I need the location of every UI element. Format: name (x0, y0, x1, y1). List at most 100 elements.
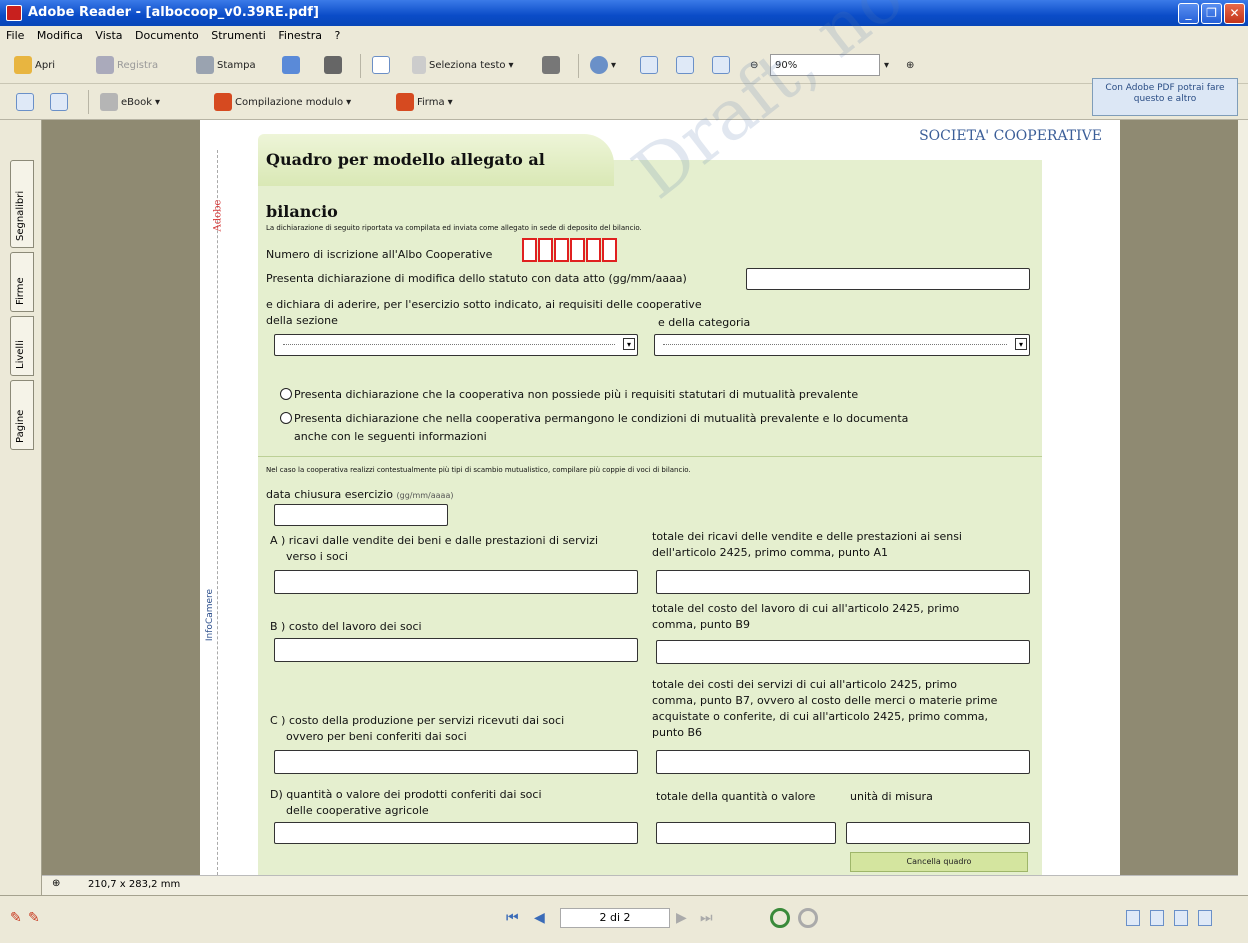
rotate-button[interactable] (16, 91, 34, 113)
snapshot-button[interactable] (542, 54, 560, 76)
side-strip: Adobe InfoCamere (200, 150, 223, 890)
horizontal-scrollbar[interactable]: ⊕ 210,7 x 283,2 mm (42, 875, 1238, 895)
category-select[interactable]: ▾ (654, 334, 1030, 356)
zoom-in-button[interactable]: ⊕ (906, 54, 914, 76)
hand-tool-button[interactable] (372, 54, 390, 76)
search-button[interactable] (324, 54, 342, 76)
first-page-icon[interactable]: ⏮ (506, 910, 519, 926)
facing-icon[interactable] (1174, 910, 1188, 926)
previous-page-icon[interactable]: ◀ (534, 910, 545, 926)
chevron-down-icon: ▾ (1015, 338, 1027, 350)
tab-pagine[interactable]: Pagine (10, 380, 34, 450)
declare-label: e dichiara di aderire, per l'esercizio s… (266, 298, 702, 311)
minus-circle-icon: ⊖ (750, 59, 759, 71)
radio-mutual[interactable] (280, 412, 292, 424)
rotate-icon (16, 93, 34, 111)
form-title: Quadro per modello allegato al bilancio (258, 134, 614, 221)
zoom-dropdown[interactable]: ▾ (884, 54, 889, 76)
b-total-field[interactable] (656, 640, 1030, 664)
fit-width-button[interactable] (712, 54, 730, 76)
menu-modifica[interactable]: Modifica (37, 29, 83, 42)
page-icon (640, 56, 658, 74)
zoom-combo[interactable]: 90% (770, 54, 880, 76)
b-soci-field[interactable] (274, 638, 638, 662)
amend-date-field[interactable] (746, 268, 1030, 290)
tab-livelli[interactable]: Livelli (10, 316, 34, 376)
vertical-scrollbar[interactable] (1238, 120, 1248, 895)
d-left-label-2: delle cooperative agricole (286, 804, 429, 817)
d-total-field[interactable] (656, 822, 836, 844)
select-text-button[interactable]: Seleziona testo ▾ (412, 54, 514, 76)
corner-label: SOCIETA' COOPERATIVE (919, 128, 1102, 144)
ebook-button[interactable]: eBook ▾ (100, 91, 160, 113)
a-soci-field[interactable] (274, 570, 638, 594)
c-soci-field[interactable] (274, 750, 638, 774)
strip-label: Adobe (212, 199, 224, 232)
next-page-icon[interactable]: ▶ (676, 910, 687, 926)
c-total-field[interactable] (656, 750, 1030, 774)
document-viewport[interactable]: Adobe InfoCamere SOCIETA' COOPERATIVE Qu… (42, 0, 1248, 895)
open-button[interactable]: Apri (14, 54, 55, 76)
page-size-label: 210,7 x 283,2 mm (88, 879, 181, 890)
book-icon (100, 93, 118, 111)
menu-vista[interactable]: Vista (95, 29, 122, 42)
menu-help[interactable]: ? (335, 29, 341, 42)
rotate-ccw-icon (50, 93, 68, 111)
c-right-label-1: totale dei costi dei servizi di cui all'… (652, 678, 957, 691)
menu-finestra[interactable]: Finestra (278, 29, 322, 42)
folder-icon (14, 56, 32, 74)
b-left-label: B ) costo del lavoro dei soci (270, 620, 422, 633)
close-button[interactable]: ✕ (1224, 3, 1245, 24)
minimize-button[interactable]: _ (1178, 3, 1199, 24)
sign-button[interactable]: Firma ▾ (396, 91, 453, 113)
secondary-toolbar: eBook ▾ Compilazione modulo ▾ Firma ▾ (0, 84, 1248, 120)
d-soci-field[interactable] (274, 822, 638, 844)
last-page-icon[interactable]: ⏭ (700, 910, 713, 926)
close-date-field[interactable] (274, 504, 448, 526)
print-button[interactable]: Stampa (196, 54, 256, 76)
c-right-label-4: punto B6 (652, 726, 703, 739)
reg-number-field[interactable] (522, 238, 618, 262)
menu-file[interactable]: File (6, 29, 24, 42)
maximize-button[interactable]: ❐ (1201, 3, 1222, 24)
window-titlebar: Adobe Reader - [albocoop_v0.39RE.pdf] (0, 0, 1248, 26)
actual-size-button[interactable] (640, 54, 658, 76)
pen-icon[interactable]: ✎ (28, 910, 40, 926)
back-view-icon[interactable] (770, 908, 790, 928)
menu-documento[interactable]: Documento (135, 29, 199, 42)
mail-icon (282, 56, 300, 74)
radio2-label-cont: anche con le seguenti informazioni (294, 430, 487, 443)
rotate-ccw-button[interactable] (50, 91, 68, 113)
pen-icon[interactable]: ✎ (10, 910, 22, 926)
menu-strumenti[interactable]: Strumenti (211, 29, 266, 42)
section-select[interactable]: ▾ (274, 334, 638, 356)
radio2-label: Presenta dichiarazione che nella coopera… (294, 412, 909, 425)
continuous-facing-icon[interactable] (1198, 910, 1212, 926)
radio-not-mutual[interactable] (280, 388, 292, 400)
zoom-tool-button[interactable]: ▾ (590, 54, 616, 76)
tab-firme[interactable]: Firme (10, 252, 34, 312)
d-right-label-1: totale della quantità o valore (656, 790, 816, 803)
a-total-field[interactable] (656, 570, 1030, 594)
page-size-icon: ⊕ (52, 878, 61, 889)
camera-icon (542, 56, 560, 74)
single-page-icon[interactable] (1126, 910, 1140, 926)
tab-segnalibri[interactable]: Segnalibri (10, 160, 34, 248)
menu-bar: File Modifica Vista Documento Strumenti … (0, 26, 1248, 46)
plus-circle-icon: ⊕ (906, 59, 915, 71)
fit-page-button[interactable] (676, 54, 694, 76)
save-button[interactable]: Registra (96, 54, 158, 76)
c-left-label-2: ovvero per beni conferiti dai soci (286, 730, 467, 743)
form-fill-button[interactable]: Compilazione modulo ▾ (214, 91, 351, 113)
navigation-pane: Segnalibri Firme Livelli Pagine (0, 120, 42, 895)
email-button[interactable] (282, 54, 300, 76)
d-right-label-2: unità di misura (850, 790, 933, 803)
cancel-button[interactable]: Cancella quadro (850, 852, 1028, 872)
continuous-icon[interactable] (1150, 910, 1164, 926)
zoom-out-button[interactable]: ⊖ (750, 54, 758, 76)
page-number-field[interactable]: 2 di 2 (560, 908, 670, 928)
chevron-down-icon: ▾ (155, 96, 161, 108)
d-unit-field[interactable] (846, 822, 1030, 844)
signature-pen-icon (396, 93, 414, 111)
forward-view-icon[interactable] (798, 908, 818, 928)
